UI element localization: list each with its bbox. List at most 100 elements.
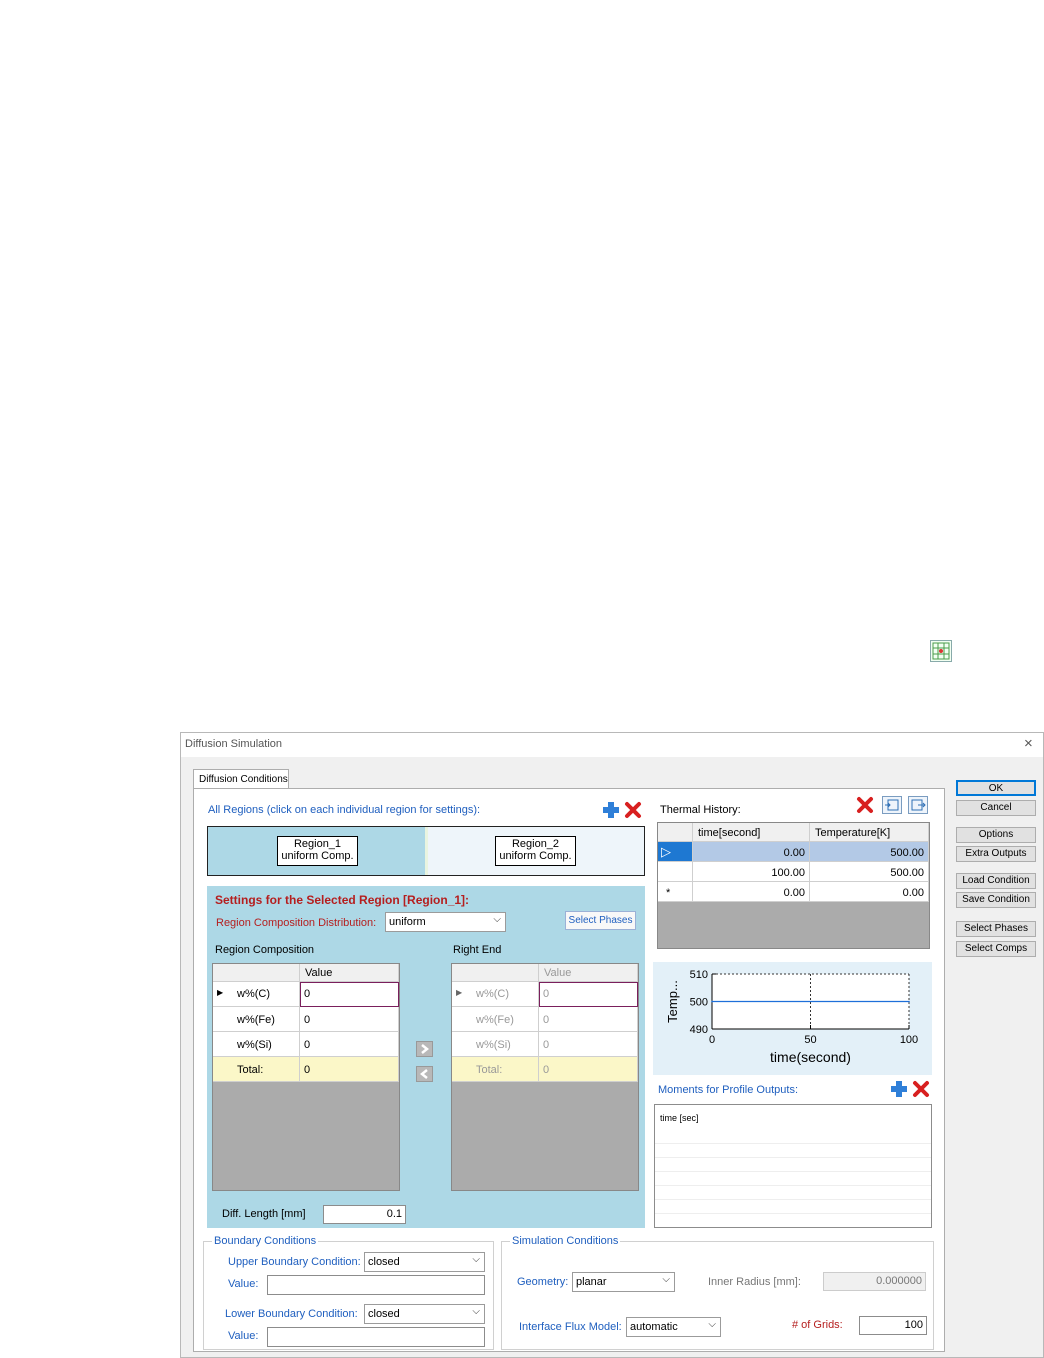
table-row-header: ▶ w%(C) bbox=[452, 982, 539, 1007]
all-regions-label: All Regions (click on each individual re… bbox=[208, 804, 481, 816]
region-2-segment[interactable]: Region_2 uniform Comp. bbox=[428, 827, 644, 875]
region-1-segment[interactable]: Region_1 uniform Comp. bbox=[208, 827, 425, 875]
save-condition-button[interactable]: Save Condition bbox=[956, 892, 1036, 908]
list-divider bbox=[655, 1185, 931, 1186]
new-row-marker[interactable]: * bbox=[658, 882, 693, 902]
interface-flux-value: automatic bbox=[630, 1321, 678, 1333]
row-name: w%(C) bbox=[476, 988, 509, 1000]
list-divider bbox=[655, 1157, 931, 1158]
thermal-chart-svg: 510 500 4900 50 100 time(second) Temp... bbox=[665, 969, 918, 1065]
geometry-label: Geometry: bbox=[517, 1276, 569, 1288]
title-bar: Diffusion Simulation × bbox=[181, 733, 1043, 757]
copy-left-arrow-icon[interactable] bbox=[416, 1066, 433, 1082]
temperature-column-header: Temperature[K] bbox=[810, 823, 929, 842]
time-cell[interactable]: 0.00 bbox=[693, 882, 810, 902]
options-button[interactable]: Options bbox=[956, 827, 1036, 843]
diff-length-input[interactable]: 0.1 bbox=[323, 1205, 406, 1224]
temperature-cell[interactable]: 500.00 bbox=[810, 842, 929, 862]
y-tick-label: 510 bbox=[690, 969, 708, 981]
region-1-name: Region_1 bbox=[293, 838, 342, 850]
load-condition-button[interactable]: Load Condition bbox=[956, 873, 1036, 889]
distribution-select[interactable]: uniform ⌵ bbox=[385, 912, 506, 932]
upper-boundary-select[interactable]: closed ⌵ bbox=[364, 1252, 485, 1272]
row-selector-icon[interactable]: ▷ bbox=[658, 842, 693, 862]
data-point bbox=[711, 1000, 713, 1003]
region-1-type: uniform Comp. bbox=[281, 850, 354, 862]
x-tick-label: 0 bbox=[709, 1034, 715, 1046]
thermal-history-label: Thermal History: bbox=[660, 804, 741, 816]
inner-radius-label: Inner Radius [mm]: bbox=[708, 1276, 801, 1288]
upper-boundary-value: closed bbox=[368, 1256, 400, 1268]
region-composition-grid: Value ▶ w%(C) 0 w%(Fe) 0 w%(Si) 0 Total:… bbox=[212, 963, 400, 1191]
grid-corner bbox=[213, 964, 300, 982]
x-tick-label: 50 bbox=[804, 1034, 816, 1046]
row-selector[interactable] bbox=[658, 862, 693, 882]
c-value-cell[interactable]: 0 bbox=[300, 982, 399, 1007]
region-settings-panel: Settings for the Selected Region [Region… bbox=[207, 886, 645, 1228]
row-name: w%(Si) bbox=[452, 1032, 539, 1057]
simulation-conditions-group: Simulation Conditions Geometry: planar ⌵… bbox=[501, 1235, 934, 1350]
delete-region-icon[interactable] bbox=[624, 801, 642, 819]
interface-flux-select[interactable]: automatic ⌵ bbox=[626, 1317, 721, 1337]
y-tick-label: 500 bbox=[690, 997, 708, 1009]
moments-label: Moments for Profile Outputs: bbox=[658, 1084, 798, 1096]
temperature-cell[interactable]: 500.00 bbox=[810, 862, 929, 882]
export-data-icon[interactable] bbox=[908, 796, 928, 814]
upper-value-input[interactable] bbox=[267, 1275, 485, 1295]
table-row-header[interactable]: ▶ w%(C) bbox=[213, 982, 300, 1007]
total-value: 0 bbox=[300, 1057, 399, 1082]
temperature-cell[interactable]: 0.00 bbox=[810, 882, 929, 902]
chevron-down-icon: ⌵ bbox=[708, 1319, 716, 1330]
time-cell[interactable]: 100.00 bbox=[693, 862, 810, 882]
row-pointer-icon: ▶ bbox=[217, 988, 224, 997]
region-2-name: Region_2 bbox=[511, 838, 560, 850]
region-1-box[interactable]: Region_1 uniform Comp. bbox=[277, 836, 358, 866]
thermal-history-chart: 510 500 490 0 50 100 time(second) Temp... bbox=[653, 962, 932, 1075]
grids-input[interactable]: 100 bbox=[859, 1316, 927, 1335]
fe-value-cell[interactable]: 0 bbox=[300, 1007, 399, 1032]
si-value-cell[interactable]: 0 bbox=[300, 1032, 399, 1057]
right-end-grid: Value ▶ w%(C) 0 w%(Fe) 0 w%(Si) 0 Total:… bbox=[451, 963, 639, 1191]
cancel-button[interactable]: Cancel bbox=[956, 800, 1036, 816]
ok-button[interactable]: OK bbox=[956, 780, 1036, 796]
select-comps-button[interactable]: Select Comps bbox=[956, 941, 1036, 957]
total-value: 0 bbox=[539, 1057, 638, 1082]
lower-boundary-value: closed bbox=[368, 1308, 400, 1320]
x-tick-label: 100 bbox=[900, 1034, 918, 1046]
grid-corner bbox=[658, 823, 693, 842]
time-cell[interactable]: 0.00 bbox=[693, 842, 810, 862]
add-region-icon[interactable] bbox=[602, 801, 620, 819]
delete-moment-icon[interactable] bbox=[912, 1080, 930, 1098]
grid-settings-icon[interactable] bbox=[930, 640, 952, 662]
distribution-label: Region Composition Distribution: bbox=[216, 917, 377, 929]
row-pointer-icon: ▶ bbox=[456, 988, 463, 997]
copy-right-arrow-icon[interactable] bbox=[416, 1041, 433, 1057]
list-item[interactable]: time [sec] bbox=[660, 1113, 699, 1123]
y-tick-label: 490 bbox=[690, 1024, 708, 1036]
delete-row-icon[interactable] bbox=[856, 796, 874, 814]
add-moment-icon[interactable] bbox=[890, 1080, 908, 1098]
right-c-value-cell: 0 bbox=[539, 982, 638, 1007]
distribution-value: uniform bbox=[389, 916, 426, 928]
x-axis-label: time(second) bbox=[770, 1049, 851, 1065]
close-icon[interactable]: × bbox=[1024, 735, 1033, 752]
region-2-box[interactable]: Region_2 uniform Comp. bbox=[495, 836, 576, 866]
region-2-type: uniform Comp. bbox=[499, 850, 572, 862]
extra-outputs-button[interactable]: Extra Outputs bbox=[956, 846, 1036, 862]
boundary-conditions-title: Boundary Conditions bbox=[212, 1235, 319, 1247]
simulation-conditions-title: Simulation Conditions bbox=[510, 1235, 621, 1247]
right-si-value-cell: 0 bbox=[539, 1032, 638, 1057]
select-phases-button[interactable]: Select Phases bbox=[956, 921, 1036, 937]
region-composition-label: Region Composition bbox=[215, 944, 315, 956]
lower-value-input[interactable] bbox=[267, 1327, 485, 1347]
value-column-header: Value bbox=[539, 964, 638, 982]
chevron-down-icon: ⌵ bbox=[472, 1254, 480, 1265]
inner-radius-input: 0.000000 bbox=[823, 1272, 926, 1291]
geometry-select[interactable]: planar ⌵ bbox=[572, 1272, 675, 1292]
moments-list[interactable]: time [sec] bbox=[654, 1104, 932, 1228]
lower-boundary-select[interactable]: closed ⌵ bbox=[364, 1304, 485, 1324]
thermal-history-table: time[second] Temperature[K] ▷ 0.00 500.0… bbox=[657, 822, 930, 949]
tab-diffusion-conditions[interactable]: Diffusion Conditions bbox=[193, 769, 289, 789]
import-data-icon[interactable] bbox=[882, 796, 902, 814]
select-phases-region-button[interactable]: Select Phases bbox=[565, 911, 636, 930]
